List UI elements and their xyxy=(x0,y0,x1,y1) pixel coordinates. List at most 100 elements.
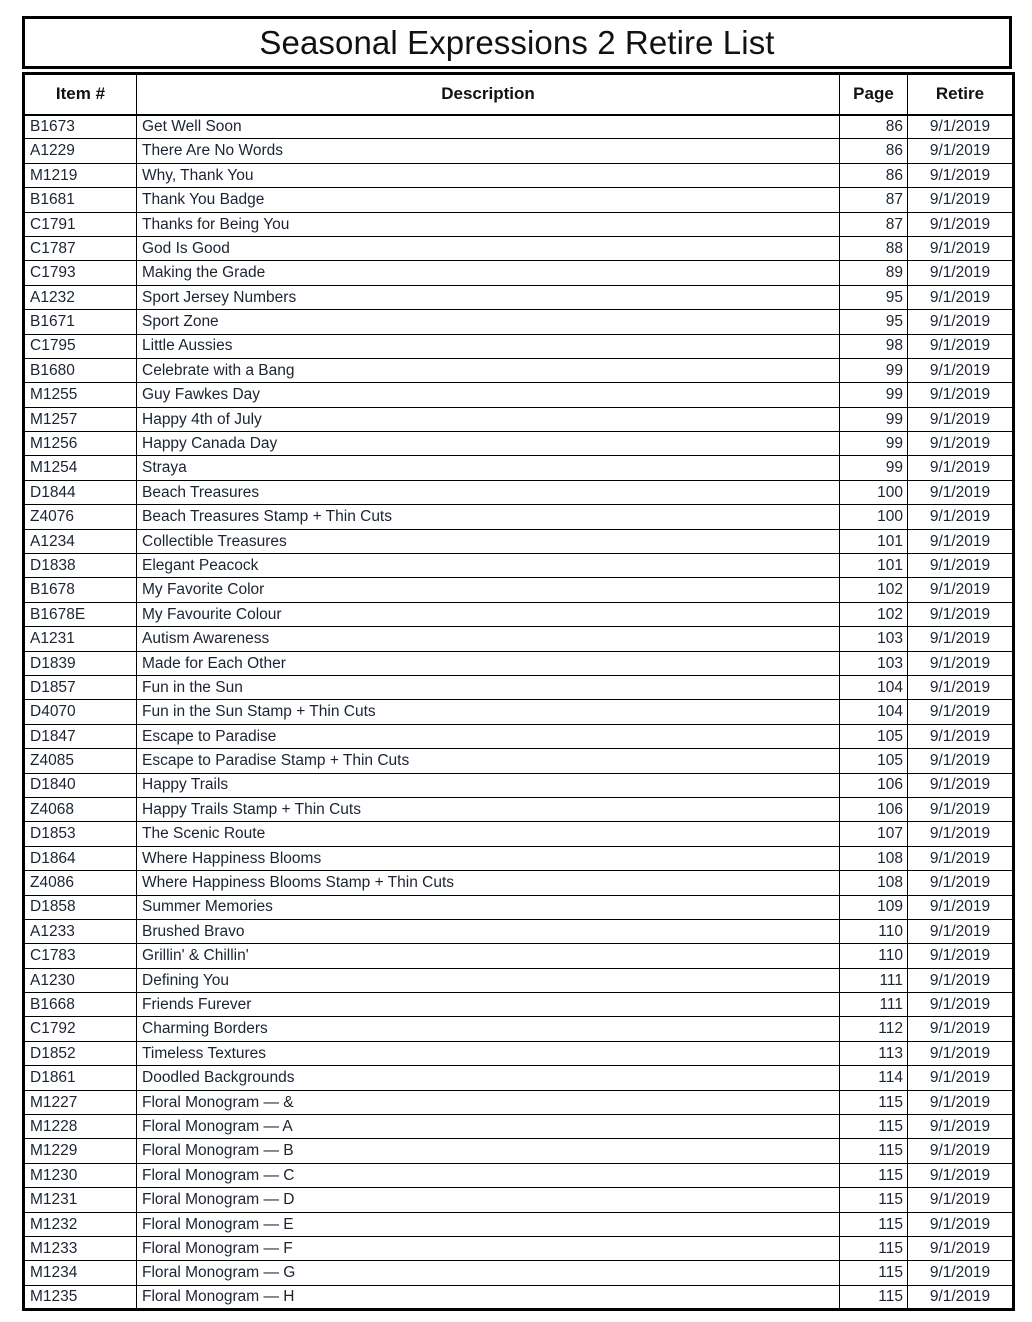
cell-retire-date: 9/1/2019 xyxy=(907,163,1015,189)
column-header-description[interactable]: Description xyxy=(136,72,840,116)
cell-description: There Are No Words xyxy=(136,138,840,164)
cell-retire-date: 9/1/2019 xyxy=(907,651,1015,676)
table-row[interactable]: M1219 Why, Thank You 86 9/1/2019 xyxy=(22,163,1015,189)
table-row[interactable]: B1678 My Favorite Color 102 9/1/2019 xyxy=(22,577,1015,603)
cell-page: 103 xyxy=(839,651,908,676)
cell-page: 106 xyxy=(839,797,908,823)
cell-description: Thank You Badge xyxy=(136,187,840,213)
cell-retire-date: 9/1/2019 xyxy=(907,553,1015,579)
cell-retire-date: 9/1/2019 xyxy=(907,968,1015,994)
table-body: B1673 Get Well Soon 86 9/1/2019 A1229 There A… xyxy=(22,114,1015,1312)
table-row[interactable]: B1668 Friends Furever 111 9/1/2019 xyxy=(22,992,1015,1018)
cell-description: Making the Grade xyxy=(136,260,840,286)
table-row[interactable]: Z4085 Escape to Paradise Stamp + Thin Cut… xyxy=(22,748,1015,774)
cell-retire-date: 9/1/2019 xyxy=(907,1163,1015,1189)
cell-description: Straya xyxy=(136,455,840,481)
column-header-item-number[interactable]: Item # xyxy=(22,72,137,116)
table-row[interactable]: M1230 Floral Monogram — C 115 9/1/2019 xyxy=(22,1163,1015,1189)
cell-page: 105 xyxy=(839,748,908,774)
cell-retire-date: 9/1/2019 xyxy=(907,114,1015,140)
table-row[interactable]: D1838 Elegant Peacock 101 9/1/2019 xyxy=(22,553,1015,579)
table-row[interactable]: B1678E My Favourite Colour 102 9/1/2019 xyxy=(22,602,1015,628)
cell-page: 102 xyxy=(839,577,908,603)
table-row[interactable]: D1839 Made for Each Other 103 9/1/2019 xyxy=(22,651,1015,676)
table-row[interactable]: M1235 Floral Monogram — H 115 9/1/2019 xyxy=(22,1285,1015,1312)
table-row[interactable]: Z4086 Where Happiness Blooms Stamp + Thin… xyxy=(22,870,1015,896)
cell-page: 95 xyxy=(839,309,908,335)
table-row[interactable]: D1852 Timeless Textures 113 9/1/2019 xyxy=(22,1041,1015,1067)
cell-item-number: B1678E xyxy=(22,602,137,628)
cell-description: Floral Monogram — D xyxy=(136,1187,840,1213)
cell-page: 88 xyxy=(839,236,908,262)
table-row[interactable]: B1671 Sport Zone 95 9/1/2019 xyxy=(22,309,1015,335)
table-row[interactable]: M1231 Floral Monogram — D 115 9/1/2019 xyxy=(22,1187,1015,1213)
cell-description: Escape to Paradise Stamp + Thin Cuts xyxy=(136,748,840,774)
cell-page: 110 xyxy=(839,943,908,969)
table-row[interactable]: M1227 Floral Monogram — & 115 9/1/2019 xyxy=(22,1090,1015,1116)
table-row[interactable]: A1232 Sport Jersey Numbers 95 9/1/2019 xyxy=(22,285,1015,311)
table-row[interactable]: M1229 Floral Monogram — B 115 9/1/2019 xyxy=(22,1138,1015,1164)
column-header-page[interactable]: Page xyxy=(839,72,908,116)
cell-retire-date: 9/1/2019 xyxy=(907,919,1015,945)
table-row[interactable]: D1847 Escape to Paradise 105 9/1/2019 xyxy=(22,724,1015,750)
cell-description: Floral Monogram — B xyxy=(136,1138,840,1164)
cell-retire-date: 9/1/2019 xyxy=(907,895,1015,920)
cell-description: Where Happiness Blooms xyxy=(136,846,840,872)
table-row[interactable]: M1228 Floral Monogram — A 115 9/1/2019 xyxy=(22,1114,1015,1140)
table-row[interactable]: C1783 Grillin' & Chillin' 110 9/1/2019 xyxy=(22,943,1015,969)
cell-description: Happy Trails Stamp + Thin Cuts xyxy=(136,797,840,823)
table-row[interactable]: D1861 Doodled Backgrounds 114 9/1/2019 xyxy=(22,1065,1015,1091)
table-row[interactable]: A1231 Autism Awareness 103 9/1/2019 xyxy=(22,626,1015,652)
table-row[interactable]: M1254 Straya 99 9/1/2019 xyxy=(22,455,1015,481)
cell-retire-date: 9/1/2019 xyxy=(907,724,1015,750)
table-row[interactable]: D1857 Fun in the Sun 104 9/1/2019 xyxy=(22,675,1015,701)
cell-page: 87 xyxy=(839,187,908,213)
cell-page: 107 xyxy=(839,821,908,847)
cell-item-number: A1233 xyxy=(22,919,137,945)
table-row[interactable]: M1232 Floral Monogram — E 115 9/1/2019 xyxy=(22,1212,1015,1237)
table-row[interactable]: M1256 Happy Canada Day 99 9/1/2019 xyxy=(22,431,1015,457)
cell-description: Celebrate with a Bang xyxy=(136,358,840,384)
table-row[interactable]: D1840 Happy Trails 106 9/1/2019 xyxy=(22,773,1015,798)
table-row[interactable]: D4070 Fun in the Sun Stamp + Thin Cuts 104… xyxy=(22,699,1015,725)
cell-description: Timeless Textures xyxy=(136,1041,840,1067)
table-row[interactable]: Z4068 Happy Trails Stamp + Thin Cuts 106 9/… xyxy=(22,797,1015,823)
table-row[interactable]: D1853 The Scenic Route 107 9/1/2019 xyxy=(22,821,1015,847)
cell-item-number: B1671 xyxy=(22,309,137,335)
cell-page: 115 xyxy=(839,1114,908,1140)
table-row[interactable]: C1792 Charming Borders 112 9/1/2019 xyxy=(22,1016,1015,1042)
column-header-retire[interactable]: Retire xyxy=(907,72,1015,116)
cell-item-number: C1792 xyxy=(22,1016,137,1042)
table-row[interactable]: A1229 There Are No Words 86 9/1/2019 xyxy=(22,138,1015,164)
table-row[interactable]: Z4076 Beach Treasures Stamp + Thin Cuts 10… xyxy=(22,504,1015,530)
table-row[interactable]: C1795 Little Aussies 98 9/1/2019 xyxy=(22,334,1015,359)
table-row[interactable]: C1791 Thanks for Being You 87 9/1/2019 xyxy=(22,212,1015,237)
table-row[interactable]: C1793 Making the Grade 89 9/1/2019 xyxy=(22,260,1015,286)
cell-description: Made for Each Other xyxy=(136,651,840,676)
cell-description: Friends Furever xyxy=(136,992,840,1018)
table-row[interactable]: A1233 Brushed Bravo 110 9/1/2019 xyxy=(22,919,1015,945)
cell-description: Floral Monogram — E xyxy=(136,1212,840,1237)
table-row[interactable]: B1680 Celebrate with a Bang 99 9/1/2019 xyxy=(22,358,1015,384)
cell-description: The Scenic Route xyxy=(136,821,840,847)
table-row[interactable]: D1864 Where Happiness Blooms 108 9/1/2019 xyxy=(22,846,1015,872)
table-row[interactable]: D1844 Beach Treasures 100 9/1/2019 xyxy=(22,480,1015,506)
cell-item-number: M1228 xyxy=(22,1114,137,1140)
table-row[interactable]: A1230 Defining You 111 9/1/2019 xyxy=(22,968,1015,994)
table-row[interactable]: D1858 Summer Memories 109 9/1/2019 xyxy=(22,895,1015,920)
cell-retire-date: 9/1/2019 xyxy=(907,431,1015,457)
table-row[interactable]: B1673 Get Well Soon 86 9/1/2019 xyxy=(22,114,1015,140)
table-row[interactable]: B1681 Thank You Badge 87 9/1/2019 xyxy=(22,187,1015,213)
cell-item-number: M1231 xyxy=(22,1187,137,1213)
cell-description: Sport Jersey Numbers xyxy=(136,285,840,311)
table-row[interactable]: A1234 Collectible Treasures 101 9/1/2019 xyxy=(22,529,1015,555)
table-row[interactable]: M1233 Floral Monogram — F 115 9/1/2019 xyxy=(22,1236,1015,1262)
cell-page: 104 xyxy=(839,675,908,701)
table-row[interactable]: C1787 God Is Good 88 9/1/2019 xyxy=(22,236,1015,262)
cell-retire-date: 9/1/2019 xyxy=(907,236,1015,262)
table-row[interactable]: M1234 Floral Monogram — G 115 9/1/2019 xyxy=(22,1260,1015,1286)
table-row[interactable]: M1257 Happy 4th of July 99 9/1/2019 xyxy=(22,407,1015,433)
cell-page: 100 xyxy=(839,504,908,530)
cell-retire-date: 9/1/2019 xyxy=(907,797,1015,823)
table-row[interactable]: M1255 Guy Fawkes Day 99 9/1/2019 xyxy=(22,382,1015,408)
